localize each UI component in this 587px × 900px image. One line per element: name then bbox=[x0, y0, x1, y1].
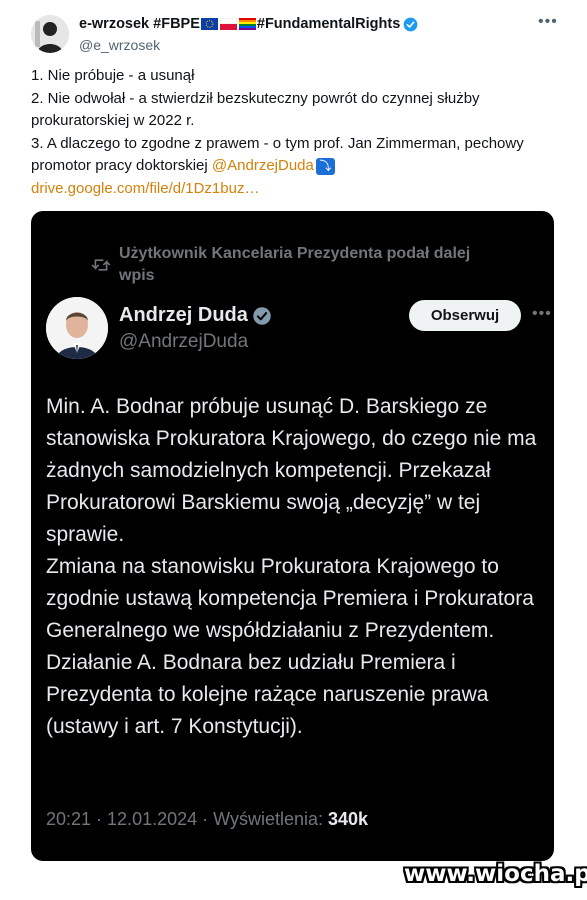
tweet-text: 1. Nie próbuje - a usunął 2. Nie odwołał… bbox=[31, 65, 551, 200]
quoted-paragraph: Min. A. Bodnar próbuje usunąć D. Barskie… bbox=[46, 395, 537, 546]
quoted-author-name[interactable]: Andrzej Duda bbox=[119, 304, 272, 327]
follow-button[interactable]: Obserwuj bbox=[409, 300, 521, 331]
author-handle[interactable]: @e_wrzosek bbox=[79, 37, 160, 53]
author-name[interactable]: e-wrzosek #FBPE #FundamentalRights bbox=[79, 16, 418, 32]
quoted-more-options-icon[interactable]: ••• bbox=[532, 305, 552, 323]
quoted-author-name-text: Andrzej Duda bbox=[119, 304, 248, 326]
repost-icon bbox=[91, 259, 111, 271]
return-arrow-icon: ⤵ bbox=[315, 157, 335, 175]
views-count: 340k bbox=[328, 809, 369, 829]
eu-flag-icon bbox=[200, 18, 218, 30]
quoted-author-avatar[interactable] bbox=[46, 297, 108, 359]
verified-badge-icon bbox=[403, 17, 418, 31]
tweet-line: 3. A dlaczego to zgodne z prawem - o tym… bbox=[31, 133, 551, 178]
tweet-line: 1. Nie próbuje - a usunął bbox=[31, 67, 195, 84]
quoted-author-handle[interactable]: @AndrzejDuda bbox=[119, 331, 248, 353]
mention-link[interactable]: @AndrzejDuda bbox=[212, 157, 314, 174]
quoted-paragraph: Działanie A. Bodnara bez udziału Premier… bbox=[46, 651, 489, 738]
post-timestamp: 20:21 · 12.01.2024 · Wyświetlenia: bbox=[46, 809, 328, 829]
drive-link[interactable]: drive.google.com/file/d/1Dz1buz… bbox=[31, 180, 259, 197]
repost-label: Użytkownik Kancelaria Prezydenta podał d… bbox=[119, 245, 471, 284]
person-silhouette-icon bbox=[31, 15, 69, 53]
quoted-post-text: Min. A. Bodnar próbuje usunąć D. Barskie… bbox=[46, 391, 546, 743]
author-name-suffix: #FundamentalRights bbox=[256, 16, 401, 32]
portrait-photo bbox=[46, 297, 108, 359]
rainbow-flag-icon bbox=[238, 18, 256, 30]
quoted-paragraph: Zmiana na stanowisku Prokuratora Krajowe… bbox=[46, 555, 534, 642]
tweet-line: 2. Nie odwołał - a stwierdził bezskutecz… bbox=[31, 89, 480, 130]
poland-flag-icon bbox=[219, 18, 237, 30]
verified-badge-gray-icon bbox=[253, 306, 271, 325]
post-metadata: 20:21 · 12.01.2024 · Wyświetlenia: 340k bbox=[46, 809, 368, 830]
site-watermark: www.wiocha.pl bbox=[404, 861, 587, 887]
author-name-text: e-wrzosek #FBPE bbox=[79, 16, 200, 32]
author-avatar[interactable] bbox=[31, 15, 69, 53]
more-options-icon[interactable]: ••• bbox=[538, 13, 558, 31]
